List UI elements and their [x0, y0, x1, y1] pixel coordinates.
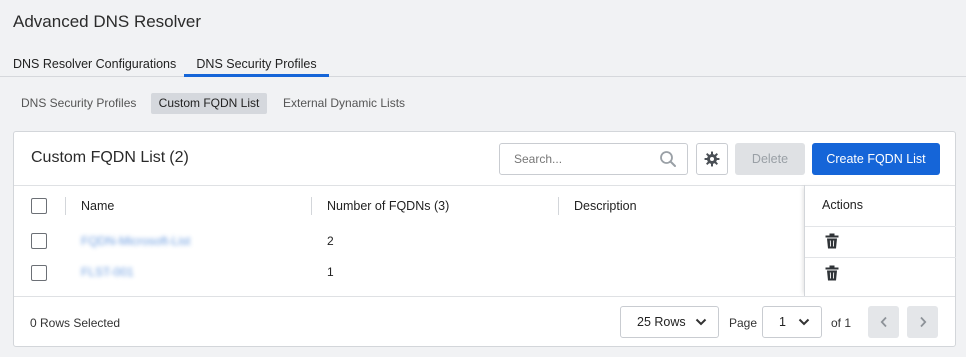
trash-icon[interactable]: [824, 265, 840, 281]
next-page-button[interactable]: [907, 306, 938, 338]
card-title: Custom FQDN List (2): [31, 149, 193, 167]
page-title: Advanced DNS Resolver: [13, 12, 202, 31]
row-divider: [805, 226, 956, 227]
settings-button[interactable]: [696, 143, 728, 175]
total-pages-label: of 1: [831, 316, 852, 330]
card-title-count: (2): [169, 149, 189, 166]
select-all-checkbox[interactable]: [31, 198, 47, 214]
chevron-down-icon: [798, 318, 810, 326]
chevron-down-icon: [695, 318, 707, 326]
tab-dns-security-profiles[interactable]: DNS Security Profiles: [184, 52, 329, 77]
main-tabs: DNS Resolver Configurations DNS Security…: [0, 52, 966, 77]
page-number-value: 1: [779, 315, 786, 329]
subtab-dns-security-profiles[interactable]: DNS Security Profiles: [21, 93, 136, 114]
table-row: FQDN-Microsoft-List 2: [14, 226, 804, 256]
create-fqdn-list-button[interactable]: Create FQDN List: [812, 143, 940, 175]
rows-per-page-value: 25 Rows: [637, 315, 686, 329]
previous-page-button[interactable]: [868, 306, 899, 338]
row-divider: [805, 257, 956, 258]
tab-dns-resolver-configurations[interactable]: DNS Resolver Configurations: [0, 52, 189, 76]
table-footer: 0 Rows Selected 25 Rows Page 1 of 1: [14, 296, 955, 347]
row-checkbox[interactable]: [31, 265, 47, 281]
rows-per-page-select[interactable]: 25 Rows: [620, 306, 719, 338]
rows-selected-count: 0 Rows Selected: [30, 316, 121, 330]
row-name-link[interactable]: FQDN-Microsoft-List: [81, 234, 190, 248]
column-header-description[interactable]: Description: [574, 199, 637, 213]
chevron-right-icon: [919, 316, 926, 328]
column-header-fqdn-count[interactable]: Number of FQDNs (3): [327, 199, 449, 213]
row-checkbox[interactable]: [31, 233, 47, 249]
page-label: Page: [729, 316, 758, 330]
delete-button[interactable]: Delete: [735, 143, 805, 175]
column-header-name[interactable]: Name: [81, 199, 114, 213]
trash-icon[interactable]: [824, 233, 840, 249]
gear-icon: [704, 151, 720, 167]
row-fqdn-count: 1: [327, 265, 334, 279]
column-separator: [65, 197, 66, 215]
column-separator: [311, 197, 312, 215]
column-header-actions: Actions: [822, 198, 863, 212]
row-fqdn-count: 2: [327, 234, 334, 248]
actions-column: Actions: [804, 185, 956, 296]
card-title-text: Custom FQDN List: [31, 149, 166, 166]
subtab-external-dynamic-lists[interactable]: External Dynamic Lists: [283, 93, 405, 114]
subtab-custom-fqdn-list[interactable]: Custom FQDN List: [151, 93, 267, 114]
row-name-link[interactable]: FLST-001: [81, 265, 134, 279]
column-separator: [558, 197, 559, 215]
table-row: FLST-001 1: [14, 257, 804, 287]
chevron-left-icon: [880, 316, 887, 328]
fqdn-list-card: Custom FQDN List(2) Delete Create FQDN L…: [13, 131, 956, 347]
page-number-select[interactable]: 1: [762, 306, 822, 338]
search-icon[interactable]: [659, 150, 677, 168]
